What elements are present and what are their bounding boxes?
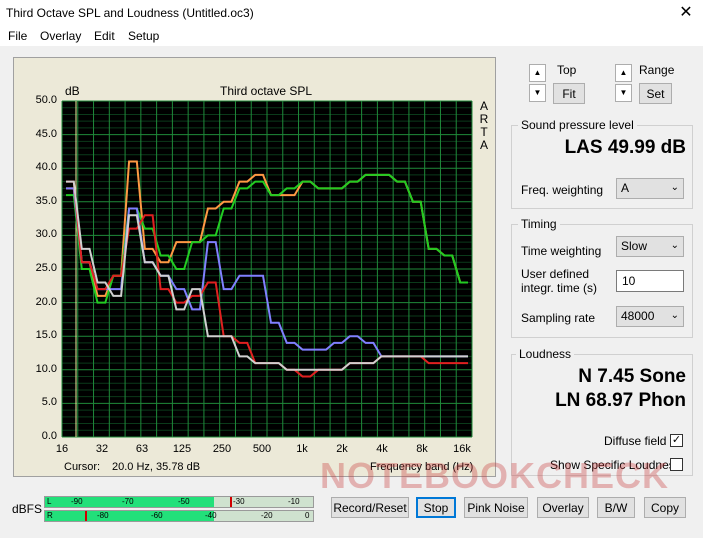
copy-button[interactable]: Copy [644,497,686,518]
top-label: Top [557,63,577,77]
sampling-rate-select[interactable]: 48000 ⌄ [616,306,684,327]
meter-right-peak [85,511,87,521]
watermark-text: NOTEBOOKCHECK [320,455,670,496]
bw-button[interactable]: B/W [597,497,635,518]
y-tick-label: 15.0 [35,329,57,342]
spl-group-title: Sound pressure level [518,118,637,132]
freq-weighting-label: Freq. weighting [521,183,604,197]
meter-tick: -50 [178,497,190,506]
chevron-down-icon: ⌄ [670,240,679,251]
meter-tick: -80 [97,511,109,520]
fit-button[interactable]: Fit [553,83,585,104]
overlay-button[interactable]: Overlay [537,497,589,518]
diffuse-field-checkbox[interactable]: ✓ [670,434,683,447]
meter-channel-l: L [47,497,52,506]
y-tick-label: 10.0 [35,362,57,375]
record-reset-button[interactable]: Record/Reset [331,497,409,518]
cursor-label: Cursor: [64,461,101,473]
y-tick-label: 40.0 [35,161,57,174]
x-tick-label: 63 [135,443,149,455]
x-tick-label: 2k [336,443,348,455]
x-tick-label: 8k [416,443,428,455]
x-tick-label: 4k [376,443,388,455]
watermark-logo: NOTEBOOKCHECK [320,455,669,497]
meter-tick: -60 [151,511,163,520]
top-up-icon[interactable]: ▲ [529,64,546,82]
set-button[interactable]: Set [639,83,672,104]
chevron-down-icon: ⌄ [670,310,679,321]
user-time-label-1: User defined [521,267,590,281]
meter-tick: -40 [205,511,217,520]
loudness-sone: N 7.45 Sone [578,366,686,387]
top-down-icon[interactable]: ▼ [529,84,546,102]
show-specific-checkbox[interactable] [670,458,683,471]
meter-left-peak [230,497,232,507]
range-up-icon[interactable]: ▲ [615,64,632,82]
x-tick-label: 125 [172,443,192,455]
y-tick-label: 0.0 [41,430,57,442]
loudness-group-title: Loudness [516,347,575,361]
meter-left: L -90 -70 -50 -30 -10 [44,496,314,508]
meter-right-fill [45,511,214,521]
x-tick-label: 16 [55,443,69,455]
timing-group-title: Timing [518,217,560,231]
time-weighting-value: Slow [621,239,648,253]
sampling-rate-label: Sampling rate [521,311,596,325]
user-time-label-2: integr. time (s) [521,281,598,295]
chevron-down-icon: ⌄ [670,182,679,193]
meter-tick: -20 [261,511,273,520]
time-weighting-label: Time weighting [521,244,602,258]
sampling-rate-value: 48000 [621,309,655,323]
integration-time-input[interactable]: 10 [616,270,684,292]
x-tick-label: 32 [95,443,109,455]
diffuse-field-label: Diffuse field [604,434,667,448]
range-label: Range [639,63,675,77]
x-tick-label: 1k [296,443,308,455]
x-tick-label: 250 [212,443,232,455]
freq-weighting-select[interactable]: A ⌄ [616,178,684,199]
freq-weighting-value: A [621,181,630,195]
loudness-phon: LN 68.97 Phon [555,390,686,411]
cursor-value: 20.0 Hz, 35.78 dB [112,461,201,473]
x-tick-label: 16k [453,443,471,455]
meter-tick: -70 [122,497,134,506]
stop-button[interactable]: Stop [416,497,456,518]
meter-channel-r: R [47,511,53,520]
y-tick-label: 25.0 [35,262,57,274]
y-tick-label: 35.0 [35,194,57,207]
spl-value: LAS 49.99 dB [564,137,686,158]
meter-right: R -80 -60 -40 -20 0 [44,510,314,522]
meter-tick: -10 [288,497,300,506]
y-tick-label: 20.0 [35,295,57,308]
meter-tick: -90 [71,497,83,506]
range-down-icon[interactable]: ▼ [615,84,632,102]
y-tick-label: 30.0 [35,228,57,241]
meter-tick: 0 [305,511,310,520]
meter-tick: -30 [233,497,245,506]
x-tick-label: 500 [252,443,272,455]
y-tick-label: 45.0 [35,127,57,140]
y-tick-label: 5.0 [41,396,57,409]
dbfs-label: dBFS [12,502,43,516]
pink-noise-button[interactable]: Pink Noise [464,497,528,518]
time-weighting-select[interactable]: Slow ⌄ [616,236,684,257]
y-tick-label: 50.0 [35,94,57,106]
